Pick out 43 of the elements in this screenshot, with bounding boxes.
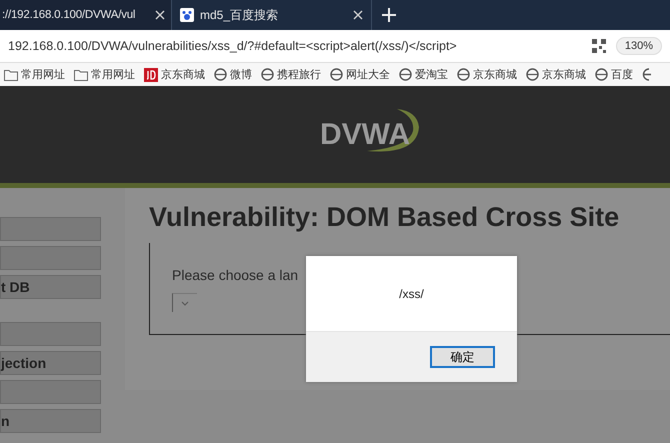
menu-item[interactable] [0,322,101,346]
bookmark-item[interactable]: 百度 [595,67,633,82]
jd-logo-icon [144,68,158,82]
bookmark-item[interactable]: 爱淘宝 [399,67,448,82]
new-tab-icon[interactable] [382,8,396,22]
bookmark-item[interactable]: 微博 [214,67,252,82]
alert-message: /xss/ [398,286,425,302]
bookmark-item[interactable]: 京东商城 [526,67,586,82]
qr-code-icon[interactable] [592,39,606,53]
globe-icon [457,68,470,81]
menu-item[interactable]: n [0,409,101,433]
bookmark-item[interactable]: 京东商城 [144,67,205,82]
bookmark-item[interactable]: 常用网址 [4,67,65,82]
paw-icon [180,8,194,22]
page-title: Vulnerability: DOM Based Cross Site [149,202,620,233]
globe-icon [214,68,227,81]
globe-icon [330,68,343,81]
bookmark-item[interactable]: 携程旅行 [261,67,321,82]
close-icon[interactable] [353,10,363,20]
menu-item[interactable]: jection [0,351,101,375]
zoom-badge[interactable]: 130% [616,37,662,55]
dvwa-logo: DVWA [305,104,425,164]
bookmark-item[interactable]: 网址大全 [330,67,390,82]
ok-button[interactable]: 确定 [430,346,495,368]
globe-icon [399,68,412,81]
form-prompt: Please choose a lan [172,267,300,283]
address-field[interactable]: 192.168.0.100/DVWA/vulnerabilities/xss_d/?#default=<script>alert(/xss/)</script> [8,39,582,53]
browser-tab[interactable]: ://192.168.0.100/DVWA/vul [0,0,172,30]
globe-icon [261,68,274,81]
menu-item[interactable]: t DB [0,275,101,299]
bookmark-item[interactable]: 常用网址 [74,67,135,82]
menu-item[interactable] [0,380,101,404]
menu-item[interactable] [0,217,101,241]
globe-icon [526,68,539,81]
folder-icon [4,68,18,80]
menu-item[interactable] [0,246,101,270]
globe-icon [595,68,608,81]
close-icon[interactable] [155,10,165,20]
language-select[interactable] [172,293,197,312]
globe-icon [642,68,651,81]
chevron-down-icon [181,300,189,306]
bookmark-item[interactable]: 京东商城 [457,67,517,82]
folder-icon [74,68,88,80]
